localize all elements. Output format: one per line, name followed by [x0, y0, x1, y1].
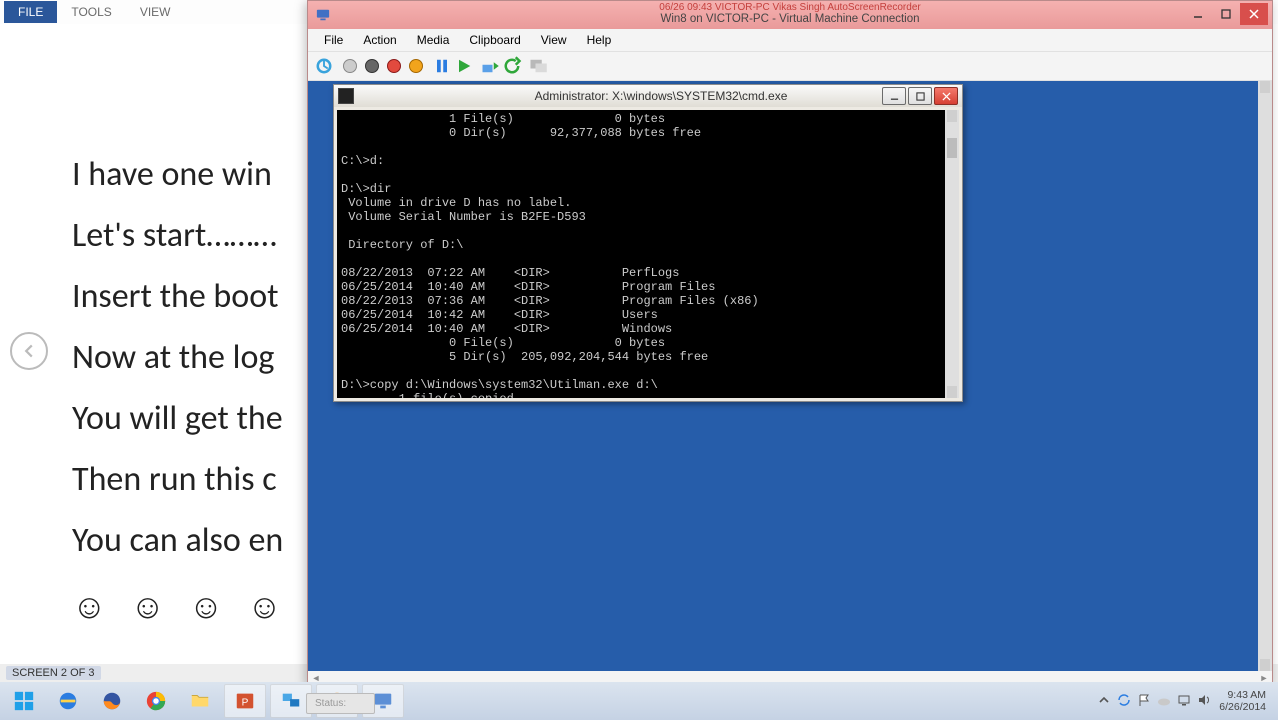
vmc-start-button[interactable] [340, 56, 360, 76]
tray-sync-icon[interactable] [1117, 693, 1131, 710]
guest-display[interactable]: Administrator: X:\windows\SYSTEM32\cmd.e… [308, 81, 1272, 671]
vmc-close-button[interactable] [1240, 3, 1268, 25]
tray-chevron-up-icon[interactable] [1097, 693, 1111, 710]
windows-icon [13, 690, 35, 712]
cmd-output[interactable]: 1 File(s) 0 bytes 0 Dir(s) 92,377,088 by… [337, 110, 959, 398]
vmc-save-button[interactable] [406, 56, 426, 76]
vmc-menubar: File Action Media Clipboard View Help [308, 29, 1272, 52]
tray-onedrive-icon[interactable] [1157, 693, 1171, 710]
tray-flag-icon[interactable] [1137, 693, 1151, 710]
vmconnect-icon [372, 690, 394, 712]
vmc-revert-button[interactable] [502, 56, 522, 76]
vmc-title-text: Win8 on VICTOR-PC - Virtual Machine Conn… [660, 13, 919, 25]
system-tray: 9:43 AM 6/26/2014 [1097, 689, 1274, 713]
cmd-minimize-button[interactable] [882, 87, 906, 105]
vmc-turnoff-button[interactable] [362, 56, 382, 76]
vmc-maximize-button[interactable] [1212, 3, 1240, 25]
cmd-scrollbar[interactable] [945, 110, 959, 398]
cmd-maximize-button[interactable] [908, 87, 932, 105]
vmc-checkpoint-button[interactable] [480, 56, 500, 76]
status-strip: Status: [306, 693, 375, 714]
chrome-icon [145, 690, 167, 712]
slide-text: I have one win Let's start……… Insert the… [72, 144, 290, 638]
vmc-titlebar[interactable]: 06/26 09:43 VICTOR-PC Vikas Singh AutoSc… [308, 1, 1272, 29]
vmc-menu-file[interactable]: File [314, 31, 353, 49]
vmc-menu-help[interactable]: Help [577, 31, 622, 49]
slide-line: Insert the boot [72, 266, 290, 327]
slide-line: You will get the [72, 388, 290, 449]
host-tab-tools[interactable]: TOOLS [57, 1, 125, 23]
cmd-icon [338, 88, 354, 104]
slide-line: You can also en [72, 510, 290, 571]
tray-clock[interactable]: 9:43 AM 6/26/2014 [1219, 689, 1266, 713]
vmc-enhanced-button[interactable] [528, 56, 548, 76]
recorder-overlay: 06/26 09:43 VICTOR-PC Vikas Singh AutoSc… [659, 2, 920, 13]
prev-slide-button[interactable] [10, 332, 48, 370]
taskbar-firefox[interactable] [92, 685, 132, 717]
cmd-window[interactable]: Administrator: X:\windows\SYSTEM32\cmd.e… [333, 84, 963, 402]
tray-volume-icon[interactable] [1197, 693, 1211, 710]
hyperv-icon [280, 690, 302, 712]
vmc-reset-button[interactable] [454, 56, 474, 76]
vmc-pause-button[interactable] [432, 56, 452, 76]
taskbar-explorer[interactable] [180, 685, 220, 717]
vmc-toolbar [308, 52, 1272, 81]
cmd-titlebar[interactable]: Administrator: X:\windows\SYSTEM32\cmd.e… [334, 85, 962, 107]
svg-text:P: P [242, 698, 249, 709]
screen-counter: SCREEN 2 OF 3 [6, 666, 101, 680]
host-tab-view[interactable]: VIEW [126, 1, 185, 23]
guest-scrollbar[interactable] [1258, 81, 1272, 671]
taskbar-powerpoint[interactable]: P [224, 684, 266, 718]
taskbar-ie[interactable] [48, 685, 88, 717]
vmc-minimize-button[interactable] [1184, 3, 1212, 25]
slide-line: Then run this c [72, 449, 290, 510]
cmd-close-button[interactable] [934, 87, 958, 105]
start-button[interactable] [4, 685, 44, 717]
host-tab-file[interactable]: FILE [4, 1, 57, 23]
taskbar: P Status: 9:43 AM 6/26/2014 [0, 682, 1278, 720]
vmc-menu-view[interactable]: View [531, 31, 577, 49]
powerpoint-icon: P [234, 690, 256, 712]
vmc-menu-action[interactable]: Action [353, 31, 406, 49]
slide-line: Let's start……… [72, 205, 290, 266]
tray-date: 6/26/2014 [1219, 701, 1266, 713]
vmc-menu-clipboard[interactable]: Clipboard [459, 31, 530, 49]
slide-smileys: ☺ ☺ ☺ ☺ [72, 577, 290, 638]
ie-icon [57, 690, 79, 712]
chevron-left-icon [22, 344, 36, 358]
vmc-ctrlaltdel-button[interactable] [314, 56, 334, 76]
vmc-menu-media[interactable]: Media [407, 31, 460, 49]
cmd-title-text: Administrator: X:\windows\SYSTEM32\cmd.e… [360, 89, 962, 103]
folder-icon [189, 690, 211, 712]
vmc-shutdown-button[interactable] [384, 56, 404, 76]
tray-network-icon[interactable] [1177, 693, 1191, 710]
tray-time: 9:43 AM [1219, 689, 1266, 701]
taskbar-chrome[interactable] [136, 685, 176, 717]
vmc-window[interactable]: 06/26 09:43 VICTOR-PC Vikas Singh AutoSc… [307, 0, 1273, 686]
firefox-icon [101, 690, 123, 712]
slide-line: I have one win [72, 144, 290, 205]
slide-line: Now at the log [72, 327, 290, 388]
monitor-icon [316, 8, 330, 22]
